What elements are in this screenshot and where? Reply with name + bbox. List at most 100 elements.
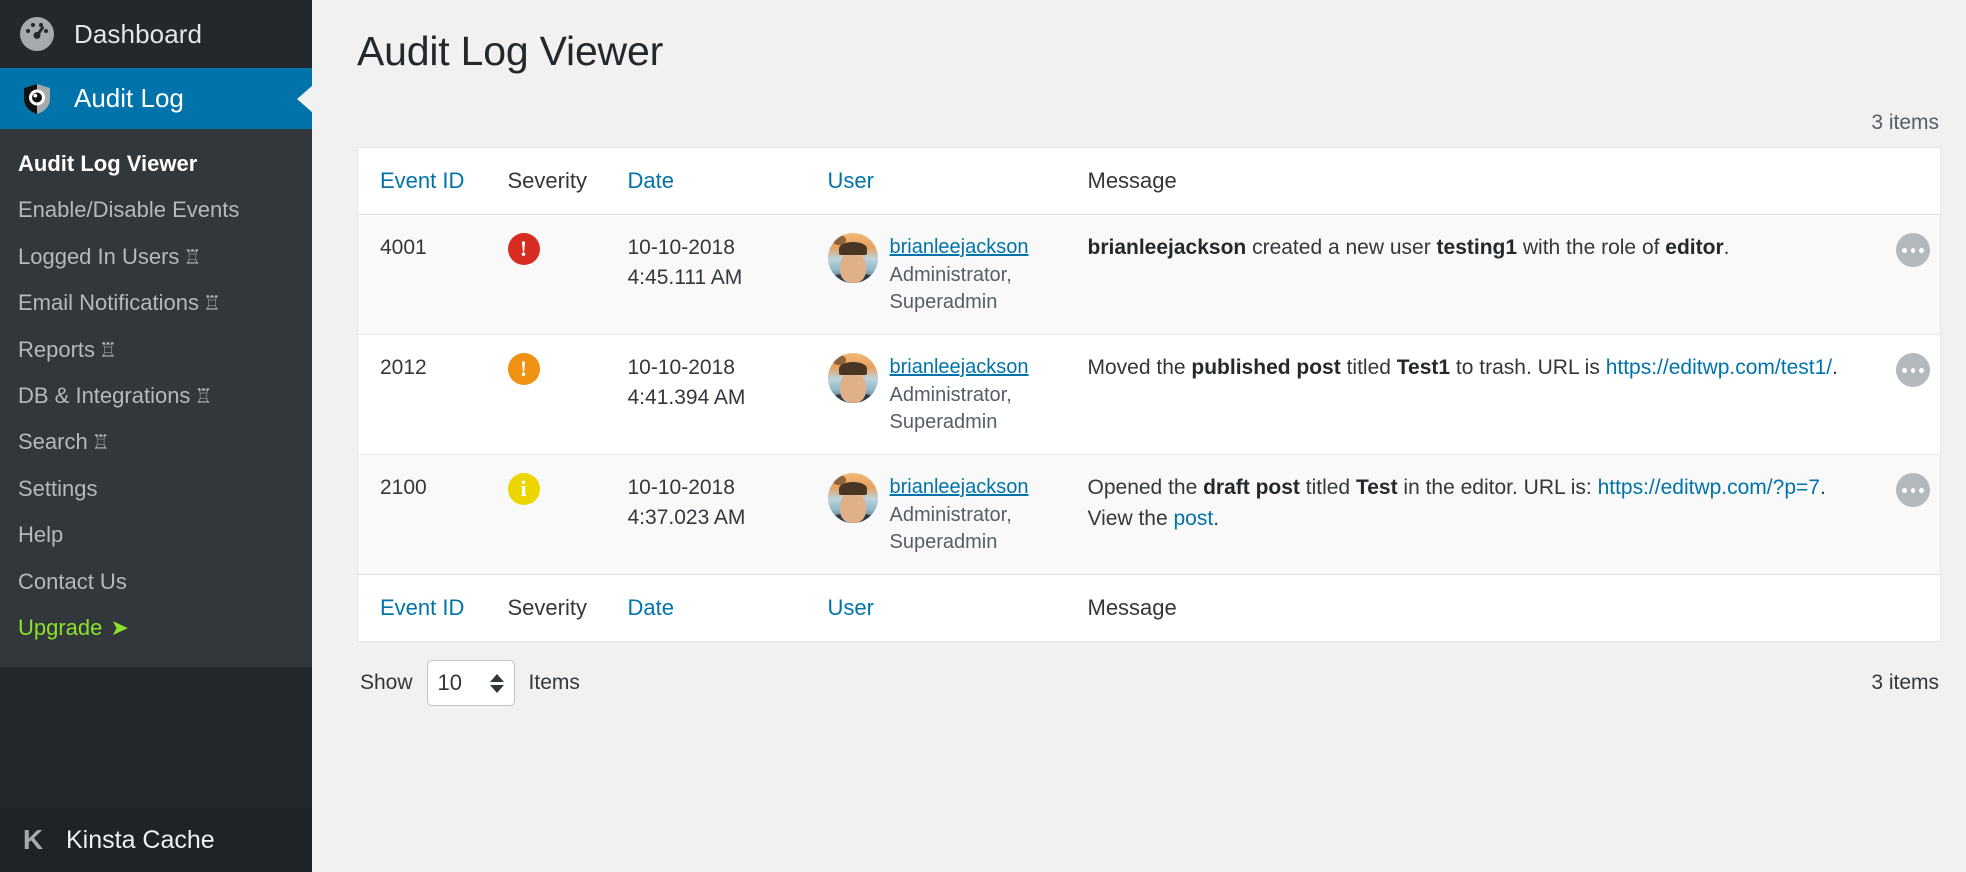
table-footer-row: Event ID Severity Date User Message: [357, 574, 1941, 642]
cell-user: brianleejackson Administrator, Superadmi…: [827, 454, 1088, 575]
user-roles: Administrator, Superadmin: [889, 504, 1012, 553]
cell-message: brianleejackson created a new user testi…: [1087, 214, 1851, 335]
column-footer-event-id[interactable]: Event ID: [357, 574, 508, 642]
stepper-arrows-icon[interactable]: [489, 673, 508, 693]
cell-message: Opened the draft post titled Test in the…: [1087, 454, 1851, 575]
message-plain: .: [1213, 506, 1220, 530]
sidebar-item-label: Logged In Users: [18, 243, 180, 269]
admin-screen: Dashboard Audit Log Audit Log Viewer Ena…: [0, 0, 1966, 872]
sidebar-item-dashboard-label: Dashboard: [74, 18, 203, 49]
sidebar-item-reports[interactable]: Reports ♖: [0, 327, 312, 373]
avatar: [827, 233, 878, 283]
per-page-value[interactable]: 10: [438, 670, 462, 696]
row-actions-menu-button[interactable]: [1896, 233, 1930, 267]
cell-actions: [1850, 334, 1941, 455]
sidebar-item-dashboard[interactable]: Dashboard: [0, 0, 312, 68]
column-header-severity: Severity: [507, 147, 628, 215]
user-name-link[interactable]: brianleejackson: [890, 233, 1078, 262]
sidebar-item-audit-log-label: Audit Log: [74, 83, 184, 113]
sidebar-item-audit-log-viewer[interactable]: Audit Log Viewer: [0, 141, 312, 187]
message-emphasis: Test: [1355, 476, 1398, 499]
message-plain: .: [1832, 356, 1838, 379]
sidebar-item-label: Settings: [18, 475, 98, 501]
sidebar-item-upgrade[interactable]: Upgrade ➤: [0, 605, 312, 651]
items-label: Items: [528, 671, 580, 694]
table-foot: Event ID Severity Date User Message: [357, 574, 1941, 642]
time-value: 4:37.023 AM: [627, 506, 746, 530]
message-link[interactable]: https://editwp.com/test1/: [1606, 356, 1832, 379]
row-actions-menu-button[interactable]: [1896, 473, 1930, 507]
per-page-stepper[interactable]: 10: [426, 660, 515, 706]
sidebar-item-label: Search: [18, 429, 88, 455]
cell-actions: [1850, 214, 1941, 335]
message-plain: created a new user: [1246, 236, 1437, 259]
sort-event-id-link[interactable]: Event ID: [380, 168, 464, 193]
user-name-link[interactable]: brianleejackson: [890, 473, 1078, 502]
column-footer-user[interactable]: User: [827, 574, 1088, 642]
sort-date-link[interactable]: Date: [628, 168, 674, 193]
severity-notice-icon: i: [507, 473, 540, 505]
column-header-actions: [1850, 147, 1941, 215]
admin-sidebar: Dashboard Audit Log Audit Log Viewer Ena…: [0, 0, 312, 872]
sidebar-item-help[interactable]: Help: [0, 512, 312, 558]
sidebar-item-db-integrations[interactable]: DB & Integrations ♖: [0, 373, 312, 419]
cell-user: brianleejackson Administrator, Superadmi…: [827, 334, 1088, 455]
message-link[interactable]: post: [1174, 507, 1214, 530]
message-emphasis: brianleejackson: [1087, 236, 1247, 259]
sidebar-item-logged-in-users[interactable]: Logged In Users ♖: [0, 234, 312, 280]
message-emphasis: Test1: [1396, 356, 1451, 379]
column-header-user[interactable]: User: [827, 147, 1088, 215]
message-link[interactable]: https://editwp.com/?p=7: [1598, 476, 1820, 499]
message-text: Moved the published post titled Test1 to…: [1088, 353, 1841, 384]
kinsta-logo-icon: K: [22, 824, 44, 855]
sort-date-link-footer[interactable]: Date: [628, 595, 674, 620]
sidebar-item-contact-us[interactable]: Contact Us: [0, 559, 312, 605]
cell-date: 10-10-2018 4:45.111 AM: [627, 214, 828, 335]
time-value: 4:45.111 AM: [627, 266, 743, 290]
column-footer-message: Message: [1087, 574, 1851, 642]
premium-crown-icon: ♖: [194, 385, 213, 408]
sidebar-item-label: Upgrade: [18, 614, 103, 640]
sidebar-item-email-notifications[interactable]: Email Notifications ♖: [0, 280, 312, 326]
column-header-date[interactable]: Date: [627, 147, 828, 215]
sidebar-item-settings[interactable]: Settings: [0, 466, 312, 512]
sort-user-link-footer[interactable]: User: [828, 595, 874, 620]
sidebar-item-enable-disable-events[interactable]: Enable/Disable Events: [0, 187, 312, 233]
column-footer-severity: Severity: [507, 574, 628, 642]
table-header-row: Event ID Severity Date User Message: [357, 147, 1941, 215]
page-title: Audit Log Viewer: [357, 28, 664, 74]
sidebar-item-kinsta-cache[interactable]: K Kinsta Cache: [0, 808, 312, 872]
sidebar-item-search[interactable]: Search ♖: [0, 419, 312, 465]
sidebar-item-label: Enable/Disable Events: [18, 197, 240, 223]
sort-user-link[interactable]: User: [828, 168, 874, 193]
sidebar-item-label: Audit Log Viewer: [18, 151, 198, 176]
user-name-link[interactable]: brianleejackson: [890, 353, 1078, 382]
message-text: brianleejackson created a new user testi…: [1088, 233, 1841, 264]
cell-severity: !: [507, 334, 628, 455]
avatar: [827, 473, 878, 523]
cell-actions: [1850, 454, 1941, 575]
row-actions-menu-button[interactable]: [1896, 353, 1930, 387]
sidebar-item-label: Email Notifications: [18, 290, 199, 316]
severity-warning-icon: !: [507, 353, 540, 385]
items-count-top: 3 items: [1871, 111, 1939, 134]
message-text: Opened the draft post titled Test in the…: [1088, 473, 1841, 534]
message-plain: Opened the: [1087, 476, 1204, 499]
cell-severity: !: [507, 214, 628, 335]
avatar: [827, 353, 878, 403]
premium-crown-icon: ♖: [91, 432, 110, 455]
time-value: 4:41.394 AM: [627, 386, 746, 410]
message-plain: titled: [1299, 476, 1356, 499]
column-header-event-id[interactable]: Event ID: [357, 147, 508, 215]
items-count-bottom: 3 items: [1871, 671, 1939, 694]
column-footer-date[interactable]: Date: [627, 574, 828, 642]
cell-event-id: 4001: [357, 214, 508, 335]
date-value: 10-10-2018: [627, 476, 735, 499]
message-emphasis: draft post: [1203, 476, 1300, 499]
sidebar-item-audit-log[interactable]: Audit Log: [0, 68, 312, 129]
user-roles: Administrator, Superadmin: [889, 264, 1012, 313]
sort-event-id-link-footer[interactable]: Event ID: [380, 595, 464, 620]
severity-critical-icon: !: [507, 233, 540, 265]
premium-crown-icon: ♖: [202, 293, 221, 316]
per-page-control: Show 10 Items: [360, 660, 580, 706]
